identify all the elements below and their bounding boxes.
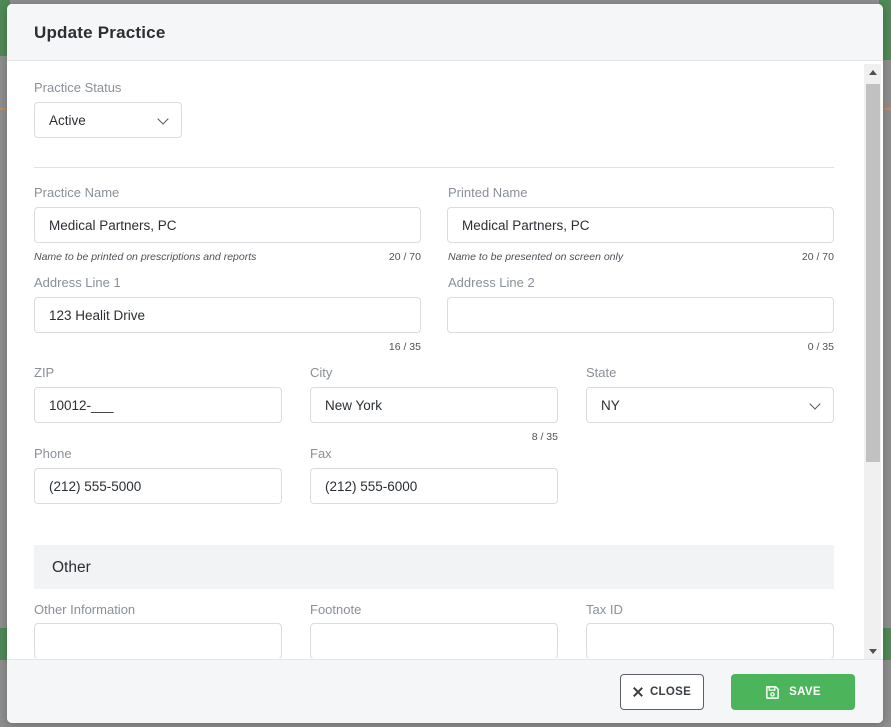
practice-status-label: Practice Status	[34, 80, 122, 95]
printed-name-label: Printed Name	[448, 185, 528, 200]
phone-input[interactable]: (212) 555-5000	[34, 468, 282, 504]
phone-label: Phone	[34, 446, 72, 461]
dialog-body[interactable]: Practice Status Active Practice Name Med…	[7, 61, 883, 658]
fax-value: (212) 555-6000	[325, 478, 418, 494]
state-label: State	[586, 365, 617, 380]
city-input[interactable]: New York	[310, 387, 558, 423]
practice-name-value: Medical Partners, PC	[49, 217, 177, 233]
arrow-up-icon	[868, 69, 877, 75]
printed-name-value: Medical Partners, PC	[462, 217, 590, 233]
city-label: City	[310, 365, 333, 380]
other-information-label: Other Information	[34, 602, 136, 617]
state-select[interactable]: NY	[586, 387, 834, 423]
update-practice-dialog: Update Practice Practice Status Active P…	[7, 4, 883, 723]
floppy-disk-icon	[766, 685, 779, 699]
dialog-header: Update Practice	[7, 4, 883, 61]
scrollbar-thumb[interactable]	[866, 84, 880, 462]
address-line-1-counter: 16 / 35	[388, 341, 421, 353]
dialog-footer: CLOSE SAVE	[7, 659, 883, 723]
practice-name-hint: Name to be printed on prescriptions and …	[34, 251, 257, 263]
fax-label: Fax	[310, 446, 332, 461]
save-button[interactable]: SAVE	[731, 674, 855, 710]
practice-name-input[interactable]: Medical Partners, PC	[34, 207, 421, 243]
address-line-2-counter: 0 / 35	[807, 341, 834, 353]
address-line-1-input[interactable]: 123 Healit Drive	[34, 297, 421, 333]
practice-status-select[interactable]: Active	[34, 102, 182, 138]
arrow-down-icon	[868, 648, 877, 654]
printed-name-counter: 20 / 70	[801, 251, 834, 263]
close-icon	[633, 687, 643, 697]
save-button-label: SAVE	[789, 686, 821, 698]
dialog-title: Update Practice	[34, 23, 166, 42]
printed-name-input[interactable]: Medical Partners, PC	[447, 207, 834, 243]
footnote-input[interactable]	[310, 623, 558, 658]
zip-input[interactable]: 10012-___	[34, 387, 282, 423]
scroll-up-button[interactable]	[864, 64, 881, 80]
zip-label: ZIP	[34, 365, 55, 380]
practice-status-value: Active	[49, 112, 86, 128]
close-button[interactable]: CLOSE	[620, 674, 704, 710]
section-divider	[34, 167, 834, 168]
footnote-label: Footnote	[310, 602, 362, 617]
tax-id-label: Tax ID	[586, 602, 623, 617]
fax-input[interactable]: (212) 555-6000	[310, 468, 558, 504]
address-line-1-value: 123 Healit Drive	[49, 307, 146, 323]
chevron-down-icon	[809, 398, 821, 410]
other-information-input[interactable]	[34, 623, 282, 658]
city-value: New York	[325, 397, 383, 413]
city-counter: 8 / 35	[531, 431, 558, 443]
address-line-1-label: Address Line 1	[34, 275, 121, 290]
chevron-down-icon	[157, 113, 169, 125]
practice-name-counter: 20 / 70	[388, 251, 421, 263]
tax-id-input[interactable]	[586, 623, 834, 658]
dialog-scrollbar[interactable]	[864, 64, 881, 659]
other-section-header: Other	[34, 545, 834, 589]
practice-name-label: Practice Name	[34, 185, 120, 200]
phone-value: (212) 555-5000	[49, 478, 142, 494]
other-section-title: Other	[52, 559, 91, 576]
close-button-label: CLOSE	[649, 686, 692, 698]
scroll-down-button[interactable]	[864, 643, 881, 659]
state-value: NY	[601, 397, 620, 413]
printed-name-hint: Name to be presented on screen only	[448, 251, 624, 263]
address-line-2-label: Address Line 2	[448, 275, 535, 290]
zip-value: 10012-___	[49, 397, 114, 413]
address-line-2-input[interactable]	[447, 297, 834, 333]
